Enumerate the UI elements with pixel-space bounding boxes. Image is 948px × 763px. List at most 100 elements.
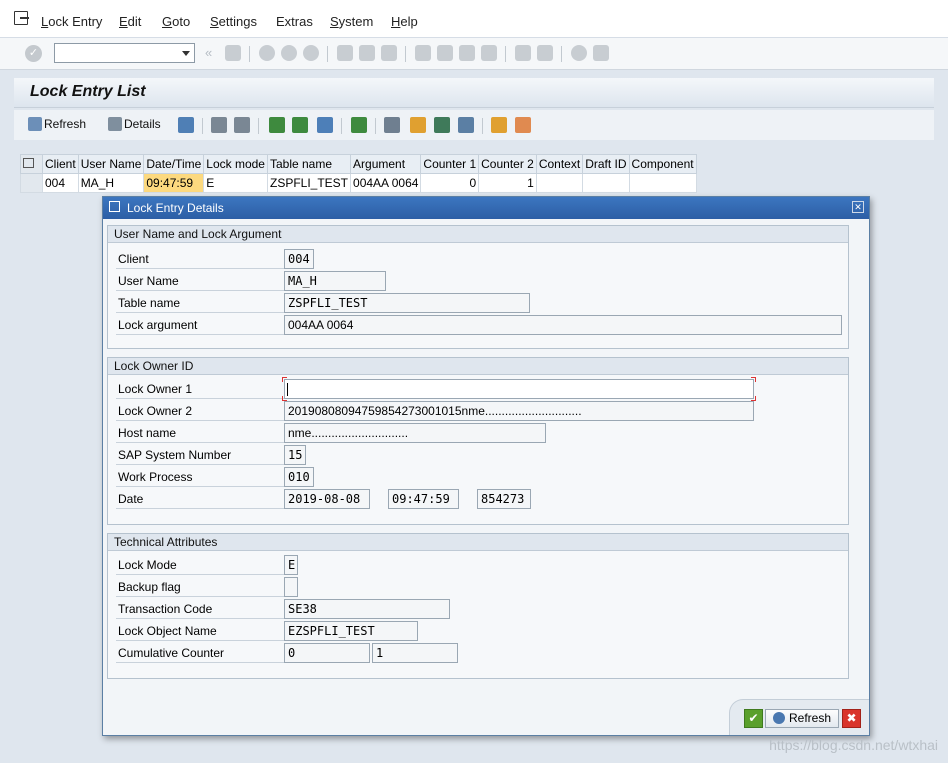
table-cell[interactable] — [582, 173, 630, 193]
table-cell[interactable]: 1 — [478, 173, 537, 193]
refresh-button[interactable]: Refresh — [28, 117, 86, 131]
next-page-icon[interactable] — [459, 45, 475, 61]
menu-mnemonic: G — [162, 14, 173, 29]
lock-object-name-field[interactable]: EZSPFLI_TEST — [284, 621, 418, 641]
toolbar-separator — [249, 46, 250, 62]
save-layout-icon[interactable] — [434, 117, 450, 133]
previous-page-icon[interactable] — [437, 45, 453, 61]
row-selector[interactable] — [20, 173, 43, 193]
microseconds-field[interactable]: 854273 — [477, 489, 531, 509]
sap-menu-icon[interactable] — [14, 11, 29, 25]
menu-system[interactable]: System — [330, 14, 373, 29]
dialog-menu-icon[interactable] — [109, 201, 120, 212]
menu-settings[interactable]: Settings — [210, 14, 257, 29]
column-header[interactable]: Table name — [266, 154, 352, 174]
first-page-icon[interactable] — [415, 45, 431, 61]
dialog-refresh-button[interactable]: Refresh — [765, 709, 839, 728]
shortcut-icon[interactable] — [537, 45, 553, 61]
menu-label: ystem — [338, 14, 374, 29]
host-name-label: Host name — [116, 426, 284, 443]
column-header[interactable]: Draft ID — [582, 154, 630, 174]
save-icon[interactable] — [225, 45, 241, 61]
column-header[interactable]: Argument — [350, 154, 422, 174]
lock-owner-2-field[interactable]: 20190808094759854273001015nme...........… — [284, 401, 754, 421]
table-cell[interactable]: ZSPFLI_TEST — [266, 173, 352, 193]
column-header[interactable]: User Name — [77, 154, 145, 174]
last-page-icon[interactable] — [481, 45, 497, 61]
column-header[interactable]: Counter 1 — [420, 154, 480, 174]
menu-lock-entry[interactable]: Lock Entry — [41, 14, 102, 29]
details-button[interactable]: Details — [108, 117, 161, 131]
layout-icon[interactable] — [593, 45, 609, 61]
menu-help[interactable]: Help — [391, 14, 418, 29]
back-icon[interactable] — [259, 45, 275, 61]
lock-mode-field[interactable]: E — [284, 555, 298, 575]
user-name-field[interactable]: MA_H — [284, 271, 386, 291]
cancel-button[interactable]: ✖ — [842, 709, 861, 728]
time-field[interactable]: 09:47:59 — [388, 489, 459, 509]
table-cell[interactable]: E — [203, 173, 268, 193]
filter-icon[interactable] — [317, 117, 333, 133]
sum-icon[interactable] — [351, 117, 367, 133]
menu-extras[interactable]: Extras — [276, 14, 313, 29]
table-row[interactable]: 004 MA_H 09:47:59 E ZSPFLI_TEST 004AA 00… — [20, 173, 697, 193]
cumulative-counter-field-1[interactable]: 0 — [284, 643, 370, 663]
export-icon[interactable] — [384, 117, 400, 133]
column-header[interactable]: Counter 2 — [478, 154, 537, 174]
table-cell[interactable]: 0 — [420, 173, 480, 193]
column-settings-icon[interactable] — [515, 117, 531, 133]
menu-mnemonic: S — [210, 14, 219, 29]
grid-view-icon[interactable] — [491, 117, 507, 133]
command-field[interactable] — [54, 43, 195, 63]
select-all-icon[interactable] — [211, 117, 227, 133]
select-all-cell[interactable] — [20, 154, 43, 174]
help-icon[interactable] — [571, 45, 587, 61]
host-name-field[interactable]: nme............................. — [284, 423, 546, 443]
menu-edit[interactable]: Edit — [119, 14, 141, 29]
find-next-icon[interactable] — [381, 45, 397, 61]
group-technical-attributes: Technical Attributes Lock Mode E Backup … — [107, 533, 849, 679]
group-header: User Name and Lock Argument — [108, 226, 848, 243]
group-user-lock-argument: User Name and Lock Argument Client 004 U… — [107, 225, 849, 349]
table-cell[interactable]: 09:47:59 — [143, 173, 205, 193]
sort-ascending-icon[interactable] — [269, 117, 285, 133]
column-header[interactable]: Lock mode — [203, 154, 268, 174]
lock-owner-1-field[interactable] — [284, 379, 754, 399]
enter-check-icon[interactable]: ✓ — [25, 45, 42, 62]
table-cell[interactable]: MA_H — [77, 173, 145, 193]
backup-flag-field[interactable] — [284, 577, 298, 597]
table-cell[interactable]: 004 — [42, 173, 79, 193]
work-process-field[interactable]: 010 — [284, 467, 314, 487]
table-cell[interactable] — [628, 173, 697, 193]
print-icon[interactable] — [337, 45, 353, 61]
menu-goto[interactable]: Goto — [162, 14, 190, 29]
table-name-field[interactable]: ZSPFLI_TEST — [284, 293, 530, 313]
client-field[interactable]: 004 — [284, 249, 314, 269]
group-header: Lock Owner ID — [108, 358, 848, 375]
application-toolbar: Refresh Details — [14, 110, 934, 140]
confirm-button[interactable]: ✔ — [744, 709, 763, 728]
focus-corner — [751, 377, 756, 382]
cancel-icon[interactable] — [303, 45, 319, 61]
delete-icon[interactable] — [178, 117, 194, 133]
column-header[interactable]: Component — [628, 154, 697, 174]
deselect-all-icon[interactable] — [234, 117, 250, 133]
find-icon[interactable] — [359, 45, 375, 61]
table-cell[interactable] — [535, 173, 584, 193]
sort-descending-icon[interactable] — [292, 117, 308, 133]
choose-layout-icon[interactable] — [410, 117, 426, 133]
column-header[interactable]: Client — [42, 154, 79, 174]
table-cell[interactable]: 004AA 0064 — [350, 173, 422, 193]
transaction-code-field[interactable]: SE38 — [284, 599, 450, 619]
new-session-icon[interactable] — [515, 45, 531, 61]
date-field[interactable]: 2019-08-08 — [284, 489, 370, 509]
column-header[interactable]: Date/Time — [143, 154, 205, 174]
sap-system-number-field[interactable]: 15 — [284, 445, 306, 465]
close-icon[interactable]: ✕ — [852, 201, 864, 213]
cumulative-counter-field-2[interactable]: 1 — [372, 643, 458, 663]
lock-argument-field[interactable]: 004AA 0064 — [284, 315, 842, 335]
change-layout-icon[interactable] — [458, 117, 474, 133]
exit-icon[interactable] — [281, 45, 297, 61]
column-header[interactable]: Context — [535, 154, 584, 174]
chevron-down-icon[interactable] — [182, 51, 190, 56]
